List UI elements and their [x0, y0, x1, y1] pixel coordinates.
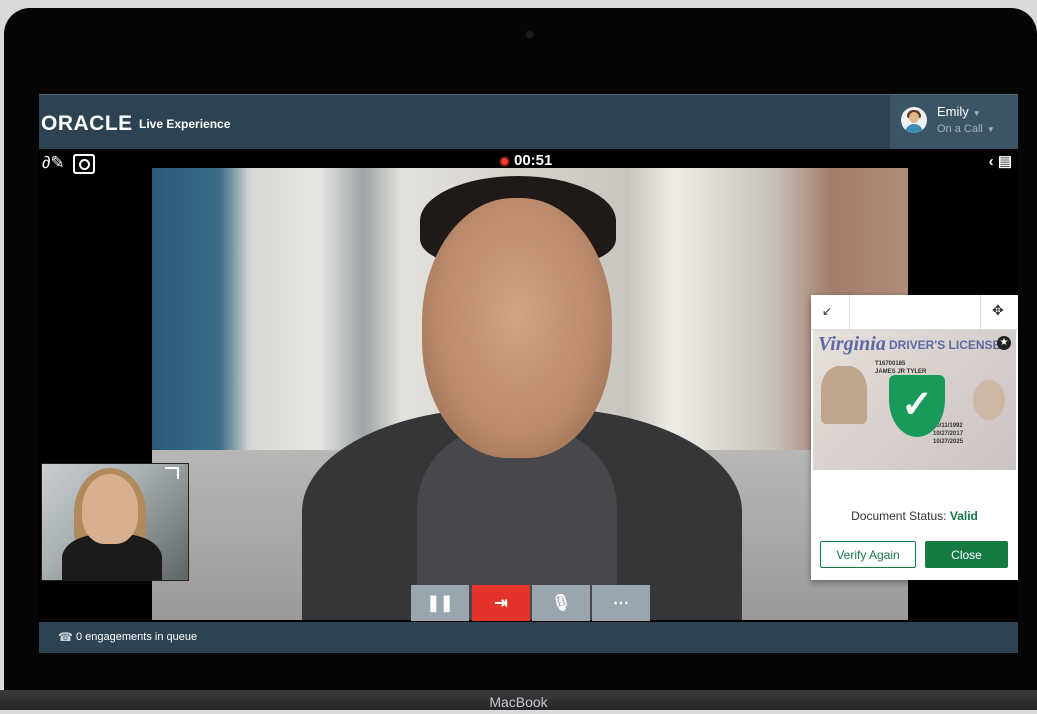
video-tools: ∂✎: [42, 153, 103, 174]
close-button[interactable]: Close: [925, 541, 1008, 568]
recording-icon: [501, 157, 508, 165]
document-status: Document Status: Valid: [811, 509, 1018, 523]
laptop-bezel: MacBook: [0, 690, 1037, 710]
brand-logo: ORACLE: [41, 112, 133, 135]
status-bar: ☎ 0 engagements in queue: [39, 622, 1018, 653]
call-timer-value: 00:51: [514, 152, 553, 169]
pause-button[interactable]: ❚❚: [411, 585, 469, 621]
chevron-down-icon: ▼: [972, 109, 981, 118]
document-status-value: Valid: [949, 509, 978, 523]
user-name: Emily: [937, 104, 969, 119]
license-photo: [821, 366, 867, 424]
avatar: [901, 107, 927, 133]
license-state: Virginia: [818, 333, 886, 355]
status-chevron-icon: ▼: [986, 125, 995, 134]
minimize-icon[interactable]: ↙: [822, 304, 832, 318]
document-status-label: Document Status:: [851, 509, 947, 523]
phone-icon: ☎: [58, 630, 73, 644]
end-call-button[interactable]: ⇥: [472, 585, 530, 621]
annotate-pen-icon[interactable]: ∂✎: [42, 153, 65, 173]
product-name: Live Experience: [139, 117, 231, 131]
license-type: DRIVER'S LICENSE: [889, 338, 1001, 352]
license-ghost-photo: [973, 380, 1005, 420]
user-menu[interactable]: Emily ▼ On a Call ▼: [890, 95, 1018, 149]
keypad-button[interactable]: ⋯: [592, 585, 650, 621]
customer-video-feed: [152, 168, 908, 620]
panel-header: ↙ ✥: [811, 295, 1018, 330]
star-icon: ★: [997, 336, 1011, 350]
verify-again-button[interactable]: Verify Again: [820, 541, 916, 568]
license-number: T16700185: [875, 361, 906, 367]
move-icon[interactable]: ✥: [992, 302, 1004, 319]
device-label: MacBook: [489, 694, 548, 710]
expand-icon[interactable]: [165, 467, 179, 479]
header-bar: ORACLE Live Experience Emily ▼ On a Call ▼: [39, 94, 1018, 149]
side-panel-toggle-icon[interactable]: ‹ ▤: [989, 152, 1012, 170]
call-timer: 00:51: [501, 152, 552, 169]
agent-self-view[interactable]: [41, 463, 189, 581]
queue-status: 0 engagements in queue: [76, 631, 198, 643]
webcam-indicator: [526, 31, 533, 38]
app-window: ORACLE Live Experience Emily ▼ On a Call ▼…: [39, 94, 1018, 654]
microphone-button[interactable]: 🎙: [532, 585, 590, 621]
drivers-license-image: Virginia DRIVER'S LICENSE ★ T16700185 JA…: [813, 330, 1016, 470]
document-verification-panel: ↙ ✥ Virginia DRIVER'S LICENSE ★ T1670018…: [811, 295, 1018, 580]
user-status: On a Call: [937, 123, 983, 135]
snapshot-camera-icon[interactable]: [72, 153, 95, 174]
license-expires: 10/27/2025: [933, 439, 964, 445]
license-issued: 10/27/2017: [933, 431, 964, 437]
